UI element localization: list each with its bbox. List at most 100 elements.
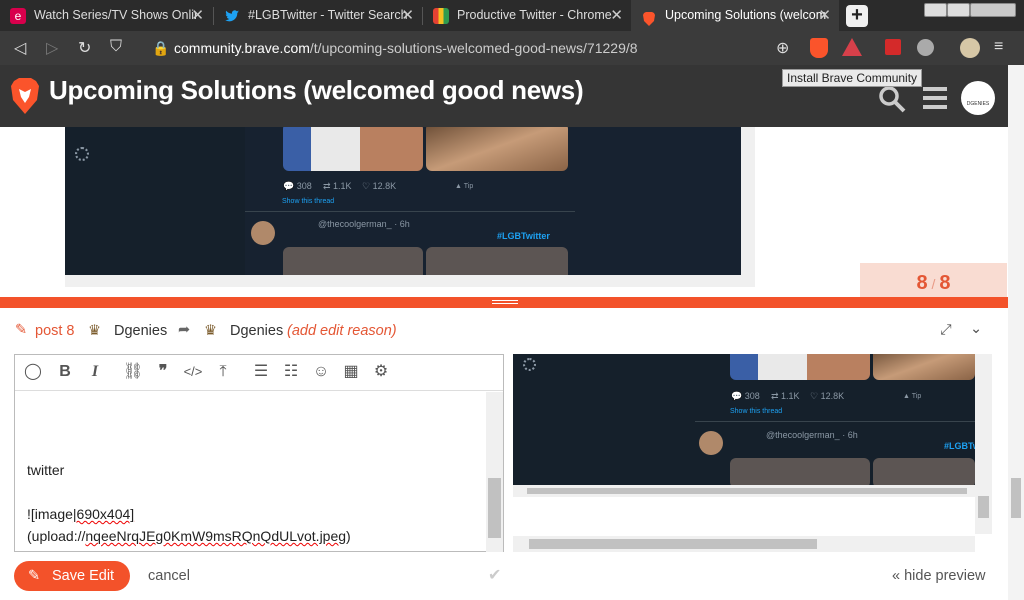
reply-arrow-icon: ➦ [178,322,191,338]
extension-globe-icon[interactable] [917,39,934,56]
browser-tab-bar: e Watch Series/TV Shows Onlin ✕ #LGBTwit… [0,0,1024,31]
tweet-handle[interactable]: @thecoolgerman_ · 6h [318,219,410,229]
brave-rewards-icon[interactable] [842,38,862,56]
numbered-list-icon[interactable]: ☷ [281,363,301,381]
maximize-button[interactable] [947,3,970,17]
close-icon[interactable]: ✕ [610,0,623,31]
hashtag[interactable]: #LGBTwitter [497,231,550,241]
post-link[interactable]: post 8 [35,323,75,339]
new-tab-button[interactable]: + [846,5,868,27]
tooltip: Install Brave Community [782,69,923,87]
tweet-photo [730,354,870,380]
tweet-photo [426,127,568,171]
target-user[interactable]: Dgenies [230,323,283,339]
brave-shields-icon[interactable] [810,38,828,58]
minimize-button[interactable] [924,3,947,17]
retweet-count[interactable]: ⇄ 1.1K [323,181,352,192]
pencil-icon: ✎ [28,568,41,584]
bold-icon[interactable]: B [55,363,75,381]
loading-icon [523,358,536,371]
tweet-photo [730,458,870,485]
collapse-icon[interactable]: ⌄ [970,321,982,337]
extension-icon[interactable] [885,39,901,55]
lock-icon: 🔒 [152,40,170,56]
quote-bubble-icon[interactable]: ◯ [23,363,43,381]
brave-icon [641,8,657,26]
expand-icon[interactable]: ⤢ [940,322,952,338]
checkmark-icon: ✔ [488,567,502,584]
tip-label[interactable]: ▲ Tip [455,183,473,190]
close-icon[interactable]: ✕ [818,0,831,31]
reply-count[interactable]: 💬 308 [283,181,312,192]
loading-icon [75,147,89,161]
page-scrollbar[interactable] [1008,65,1024,600]
tab-lgbtwitter[interactable]: #LGBTwitter - Twitter Search ✕ [214,0,422,31]
preview-vscroll[interactable] [975,354,992,534]
tweet-photo [283,127,423,171]
blockquote-icon[interactable]: ❞ [153,363,173,381]
hamburger-menu-icon[interactable] [923,87,947,109]
address-bar[interactable]: 🔒 community.brave.com/t/upcoming-solutio… [142,35,802,61]
emoji-icon[interactable]: ☺ [311,363,331,381]
tweet-photo [873,354,975,380]
like-count[interactable]: ♡ 12.8K [362,181,396,192]
tab-productive-twitter[interactable]: Productive Twitter - Chrome ✕ [423,0,631,31]
chrome-store-icon [433,8,449,24]
composer-header: ✎ post 8 ♛ Dgenies ➦ ♛ Dgenies (add edit… [0,318,1008,346]
composer-grip[interactable] [0,297,1008,308]
scrollbar[interactable] [65,275,755,287]
tip-label[interactable]: ▲ Tip [903,393,921,400]
hide-preview-link[interactable]: « hide preview [892,568,986,584]
brave-logo-icon[interactable] [8,77,42,115]
reload-icon[interactable]: ↻ [78,38,91,58]
navigation-bar: ◁ ▷ ↻ ⛉ 🔒 community.brave.com/t/upcoming… [0,31,1024,65]
close-icon[interactable]: ✕ [191,0,204,31]
topic-progress[interactable]: 8 / 8 [860,263,1007,297]
retweet-count[interactable]: ⇄ 1.1K [771,391,800,402]
show-thread-link[interactable]: Show this thread [282,198,334,205]
calendar-icon[interactable]: ▦ [341,363,361,381]
editor[interactable]: ◯ B I ⛓ ❞ </> ⤒ ☰ ☷ ☺ ▦ ⚙ twitter ![imag… [14,354,504,552]
close-window-button[interactable] [970,3,1016,17]
search-icon[interactable] [878,85,906,113]
embedded-tweet-image: 💬 308 ⇄ 1.1K ♡ 12.8K ▲ Tip Show this thr… [65,127,755,287]
like-count[interactable]: ♡ 12.8K [810,391,844,402]
bookmark-icon[interactable]: ⛉ [110,38,122,56]
code-icon[interactable]: </> [183,363,203,381]
bullet-list-icon[interactable]: ☰ [251,363,271,381]
upload-icon[interactable]: ⤒ [213,363,233,381]
save-edit-button[interactable]: ✎ Save Edit [14,561,130,591]
crown-icon: ♛ [204,323,217,339]
gear-icon[interactable]: ⚙ [371,363,391,381]
tab-watch-series[interactable]: e Watch Series/TV Shows Onlin ✕ [0,0,212,31]
edit-reason-link[interactable]: (add edit reason) [287,323,397,339]
crown-icon: ♛ [88,323,101,339]
editor-textarea[interactable]: twitter ![image|690x404] (upload://nqeeN… [27,459,351,547]
user-avatar[interactable]: DGENIES [961,81,995,115]
forward-icon[interactable]: ▷ [46,38,58,58]
preview-hscroll[interactable] [513,536,975,552]
back-icon[interactable]: ◁ [14,38,26,58]
menu-icon[interactable]: ≡ [994,38,1003,56]
profile-avatar[interactable] [960,38,980,58]
page-title[interactable]: Upcoming Solutions (welcomed good news) [49,75,584,106]
reply-to-user[interactable]: Dgenies [114,323,167,339]
install-app-icon[interactable]: ⊕ [776,38,789,58]
editor-scrollbar[interactable] [486,392,503,552]
preview-image-hscroll[interactable] [513,485,975,497]
tab-upcoming-solutions[interactable]: Upcoming Solutions (welcom ✕ [631,0,839,31]
e-site-icon: e [10,8,26,24]
reply-count[interactable]: 💬 308 [731,391,760,402]
italic-icon[interactable]: I [85,363,105,381]
preview-pane: 💬 308 ⇄ 1.1K ♡ 12.8K ▲ Tip Show this thr… [512,354,992,552]
show-thread-link[interactable]: Show this thread [730,408,782,415]
tweet-handle[interactable]: @thecoolgerman_ · 6h [766,430,858,440]
tweet-avatar [699,431,723,455]
cancel-link[interactable]: cancel [148,568,190,584]
hashtag[interactable]: #LGBTw [944,441,975,451]
close-icon[interactable]: ✕ [401,0,414,31]
scrollbar[interactable] [741,127,755,275]
tweet-photo [873,458,975,485]
tweet-avatar [251,221,275,245]
link-icon[interactable]: ⛓ [123,363,143,381]
